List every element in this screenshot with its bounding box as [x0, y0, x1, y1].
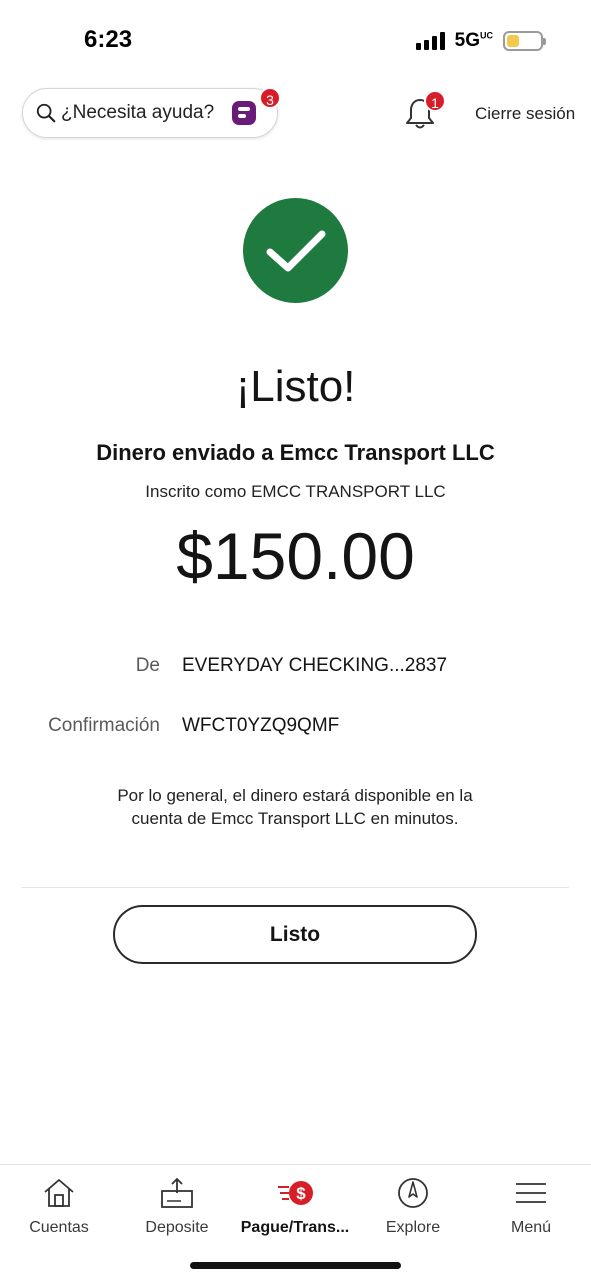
success-title: ¡Listo! — [235, 362, 356, 411]
notifications-button[interactable]: 1 — [404, 90, 446, 132]
nav-label: Menú — [510, 1219, 552, 1236]
home-icon — [44, 1179, 74, 1207]
nav-item-accounts[interactable]: Cuentas — [0, 1165, 118, 1255]
nav-item-deposit[interactable]: Deposite — [118, 1165, 236, 1255]
help-placeholder: ¿Necesita ayuda? — [61, 102, 215, 123]
nav-item-pay-transfer[interactable]: $ Pague/Trans... — [236, 1165, 354, 1255]
network-label: 5GUC — [454, 30, 493, 51]
amount: $150.00 — [176, 519, 415, 593]
divider — [22, 887, 569, 888]
svg-text:$: $ — [296, 1184, 306, 1203]
sent-to-text: Dinero enviado a Emcc Transport LLC — [96, 440, 495, 465]
nav-label: Pague/Trans... — [240, 1219, 350, 1236]
deposit-icon — [161, 1177, 193, 1208]
nav-item-menu[interactable]: Menú — [472, 1165, 590, 1255]
screen: 6:23 5GUC ¿Necesita ayuda? 3 1 Cierre se… — [0, 0, 591, 1280]
help-search-input[interactable]: ¿Necesita ayuda? 3 — [22, 87, 281, 138]
home-indicator[interactable] — [190, 1262, 401, 1269]
nav-label: Deposite — [145, 1219, 209, 1236]
nav-item-explore[interactable]: Explore — [354, 1165, 472, 1255]
status-indicators: 5GUC — [415, 30, 546, 52]
from-label: De — [135, 655, 160, 676]
confirmation-label: Confirmación — [48, 715, 160, 736]
nav-label: Explore — [385, 1219, 441, 1236]
success-check-icon — [243, 198, 348, 303]
done-button[interactable]: Listo — [113, 905, 477, 964]
availability-note: Por lo general, el dinero estará disponi… — [117, 786, 473, 828]
menu-icon — [516, 1183, 546, 1203]
signal-icon — [415, 32, 445, 50]
from-account: EVERYDAY CHECKING...2837 — [182, 655, 448, 676]
compass-icon — [398, 1178, 428, 1208]
fargo-assistant-icon[interactable] — [229, 98, 259, 128]
status-time: 6:23 — [84, 26, 133, 53]
logout-link[interactable]: Cierre sesión — [475, 104, 575, 124]
search-icon — [36, 103, 56, 123]
notifications-badge: 1 — [424, 90, 446, 112]
assistant-badge: 3 — [259, 87, 281, 109]
nav-label: Cuentas — [29, 1219, 89, 1236]
battery-icon — [503, 31, 546, 51]
confirmation-number: WFCT0YZQ9QMF — [182, 715, 340, 736]
pay-transfer-icon: $ — [278, 1181, 313, 1205]
enrolled-as-text: Inscrito como EMCC TRANSPORT LLC — [145, 482, 446, 501]
